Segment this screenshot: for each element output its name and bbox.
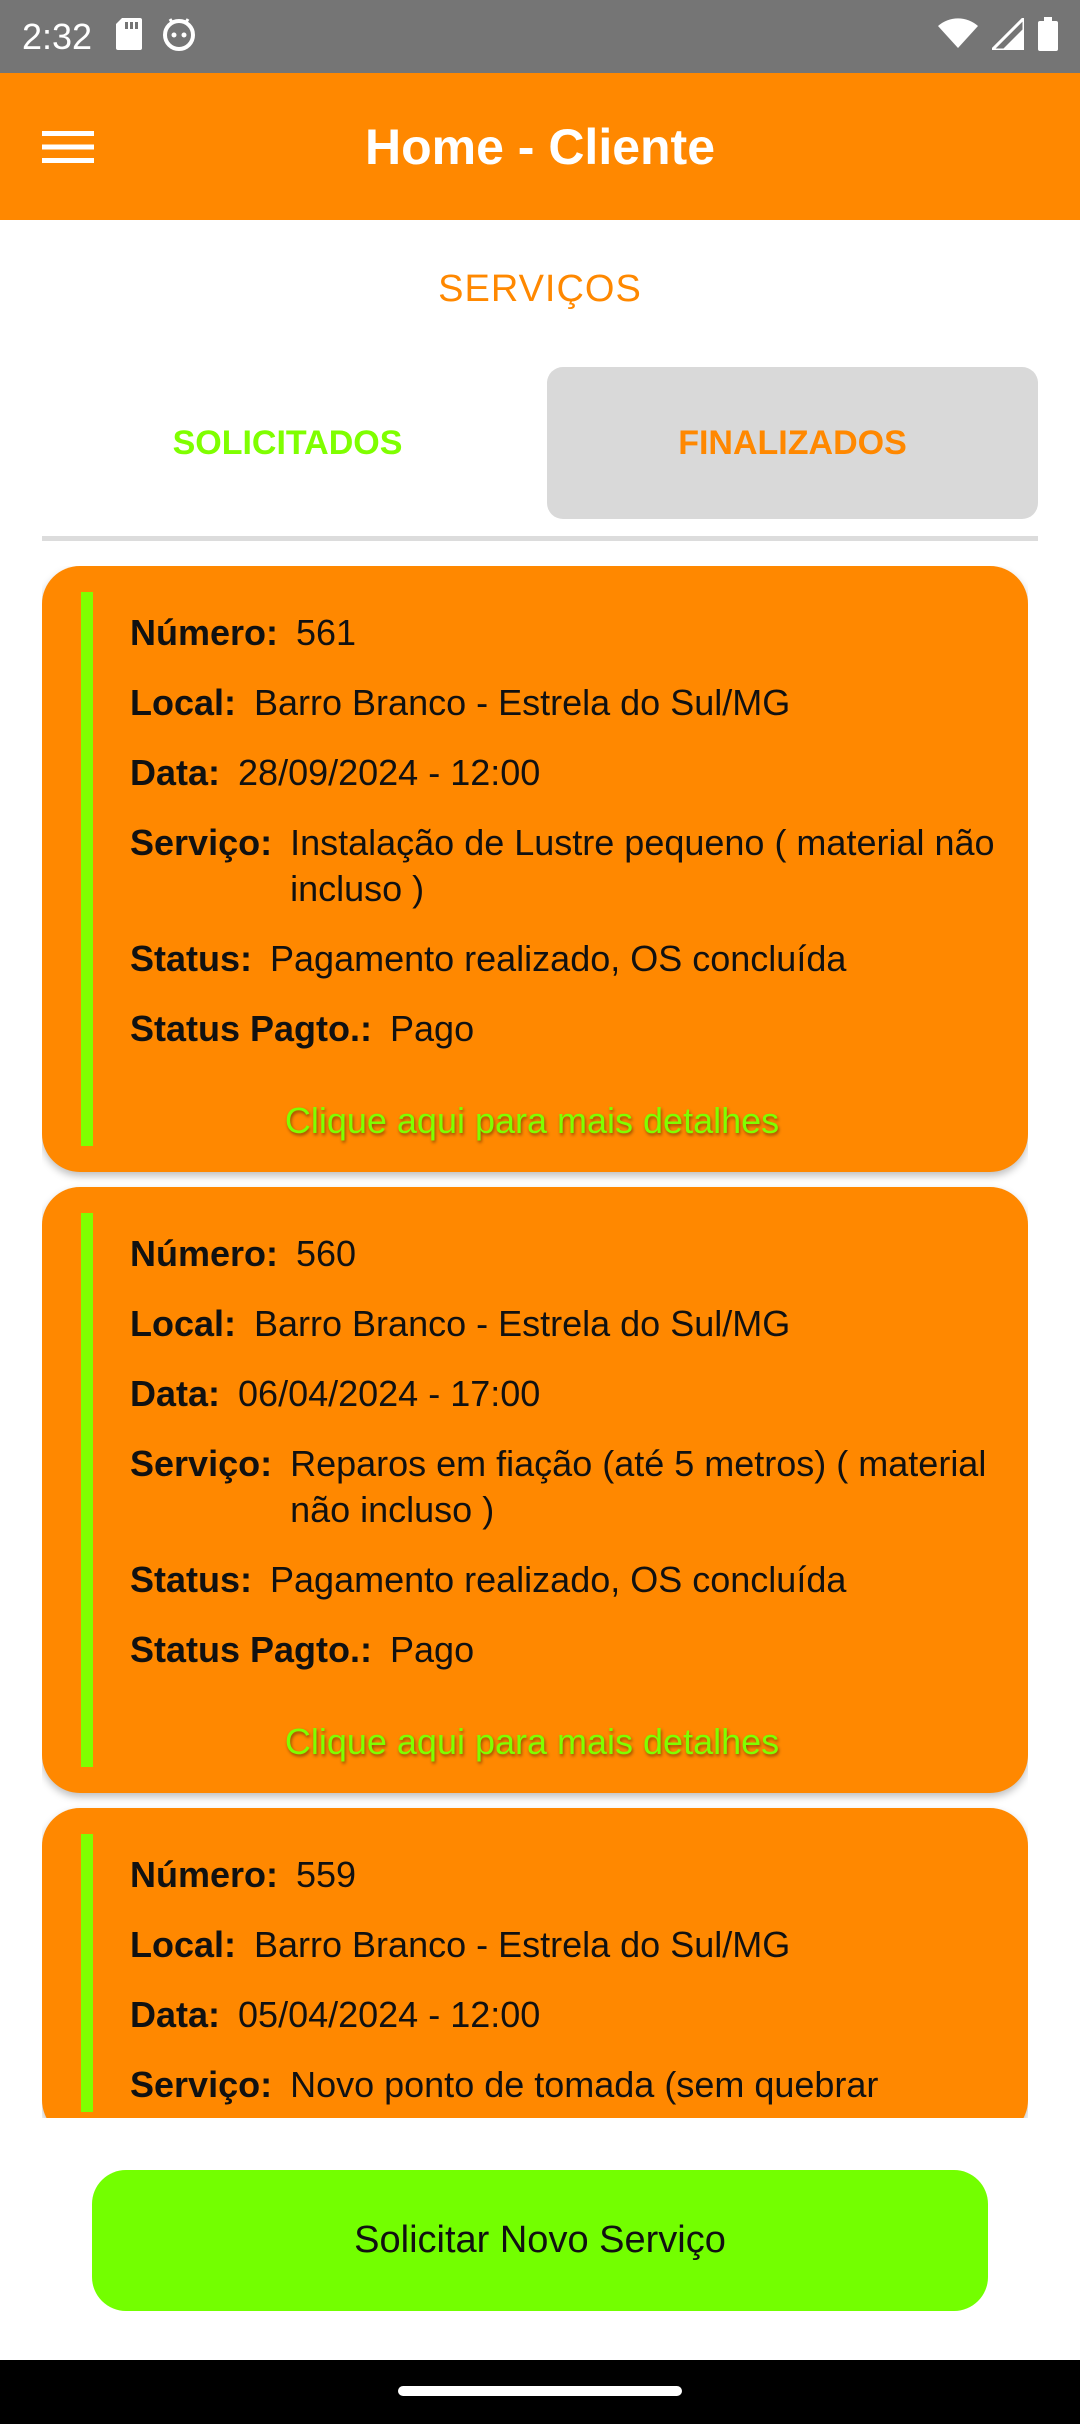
data-value: 28/09/2024 - 12:00 (238, 752, 541, 793)
status-pagto-label: Status Pagto.: (130, 1629, 373, 1670)
status-pagto-value: Pago (390, 1629, 475, 1670)
status-pagto-row: Status Pagto.: Pago (130, 1006, 1004, 1052)
servico-row: Serviço: Novo ponto de tomada (sem quebr… (130, 2062, 1004, 2108)
local-label: Local: (130, 1303, 237, 1344)
servico-value: Reparos em fiação (até 5 metros) ( mater… (290, 1443, 987, 1530)
numero-value: 561 (296, 612, 357, 653)
status-value: Pagamento realizado, OS concluída (270, 938, 847, 979)
wifi-icon (938, 18, 978, 55)
data-label: Data: (130, 752, 221, 793)
app-bar: Home - Cliente (0, 73, 1080, 220)
details-link[interactable]: Clique aqui para mais detalhes (130, 1721, 934, 1763)
data-value: 05/04/2024 - 12:00 (238, 1994, 541, 2035)
hamburger-menu-icon[interactable] (40, 119, 96, 175)
battery-icon (1038, 17, 1058, 56)
data-label: Data: (130, 1373, 221, 1414)
local-row: Local: Barro Branco - Estrela do Sul/MG (130, 1301, 1004, 1347)
numero-row: Número: 560 (130, 1231, 1004, 1277)
status-time: 2:32 (22, 15, 93, 57)
servico-label: Serviço: (130, 2064, 273, 2105)
card-accent-bar (81, 1834, 93, 2112)
data-row: Data: 28/09/2024 - 12:00 (130, 750, 1004, 796)
home-gesture-handle[interactable] (398, 2386, 682, 2396)
numero-label: Número: (130, 612, 279, 653)
page-title: Home - Cliente (364, 118, 716, 175)
tab-finalizados[interactable]: FINALIZADOS (547, 367, 1038, 519)
local-value: Barro Branco - Estrela do Sul/MG (254, 1303, 791, 1344)
screen: 2:32 Home - Cliente SERVIÇOS SOLICITADOS… (0, 0, 1080, 2424)
status-icons-left (116, 17, 196, 56)
service-card[interactable]: Número: 561 Local: Barro Branco - Estrel… (42, 566, 1028, 1172)
card-accent-bar (81, 1213, 93, 1767)
status-icons-right (938, 14, 1058, 56)
tab-bar: SOLICITADOS FINALIZADOS (42, 367, 1038, 519)
servico-label: Serviço: (130, 822, 273, 863)
numero-label: Número: (130, 1233, 279, 1274)
local-label: Local: (130, 682, 237, 723)
status-label: Status: (130, 1559, 253, 1600)
data-row: Data: 05/04/2024 - 12:00 (130, 1992, 1004, 2038)
status-pagto-row: Status Pagto.: Pago (130, 1627, 1004, 1673)
status-value: Pagamento realizado, OS concluída (270, 1559, 847, 1600)
section-title: SERVIÇOS (438, 268, 642, 310)
data-label: Data: (130, 1994, 221, 2035)
status-pagto-value: Pago (390, 1008, 475, 1049)
status-pagto-label: Status Pagto.: (130, 1008, 373, 1049)
status-row: Status: Pagamento realizado, OS concluíd… (130, 1557, 1004, 1603)
card-accent-bar (81, 592, 93, 1146)
status-row: Status: Pagamento realizado, OS concluíd… (130, 936, 1004, 982)
numero-row: Número: 561 (130, 610, 1004, 656)
service-list[interactable]: Número: 561 Local: Barro Branco - Estrel… (42, 566, 1028, 2118)
signal-icon (988, 14, 1026, 55)
tab-solicitados[interactable]: SOLICITADOS (42, 367, 533, 519)
tabs-divider (42, 536, 1038, 541)
data-value: 06/04/2024 - 17:00 (238, 1373, 541, 1414)
numero-value: 560 (296, 1233, 357, 1274)
numero-value: 559 (296, 1854, 357, 1895)
status-label: Status: (130, 938, 253, 979)
sd-card-icon (116, 18, 143, 55)
local-value: Barro Branco - Estrela do Sul/MG (254, 1924, 791, 1965)
servico-value: Novo ponto de tomada (sem quebrar (290, 2064, 879, 2105)
data-row: Data: 06/04/2024 - 17:00 (130, 1371, 1004, 1417)
details-link[interactable]: Clique aqui para mais detalhes (130, 1100, 934, 1142)
local-row: Local: Barro Branco - Estrela do Sul/MG (130, 1922, 1004, 1968)
servico-label: Serviço: (130, 1443, 273, 1484)
servico-row: Serviço: Reparos em fiação (até 5 metros… (130, 1441, 1004, 1533)
numero-label: Número: (130, 1854, 279, 1895)
service-card[interactable]: Número: 559 Local: Barro Branco - Estrel… (42, 1808, 1028, 2118)
local-row: Local: Barro Branco - Estrela do Sul/MG (130, 680, 1004, 726)
local-value: Barro Branco - Estrela do Sul/MG (254, 682, 791, 723)
local-label: Local: (130, 1924, 237, 1965)
numero-row: Número: 559 (130, 1852, 1004, 1898)
servico-value: Instalação de Lustre pequeno ( material … (290, 822, 995, 909)
service-card[interactable]: Número: 560 Local: Barro Branco - Estrel… (42, 1187, 1028, 1793)
solicitar-novo-servico-button[interactable]: Solicitar Novo Serviço (92, 2170, 988, 2311)
servico-row: Serviço: Instalação de Lustre pequeno ( … (130, 820, 1004, 912)
android-debug-icon (162, 17, 196, 56)
status-bar: 2:32 (0, 0, 1080, 73)
